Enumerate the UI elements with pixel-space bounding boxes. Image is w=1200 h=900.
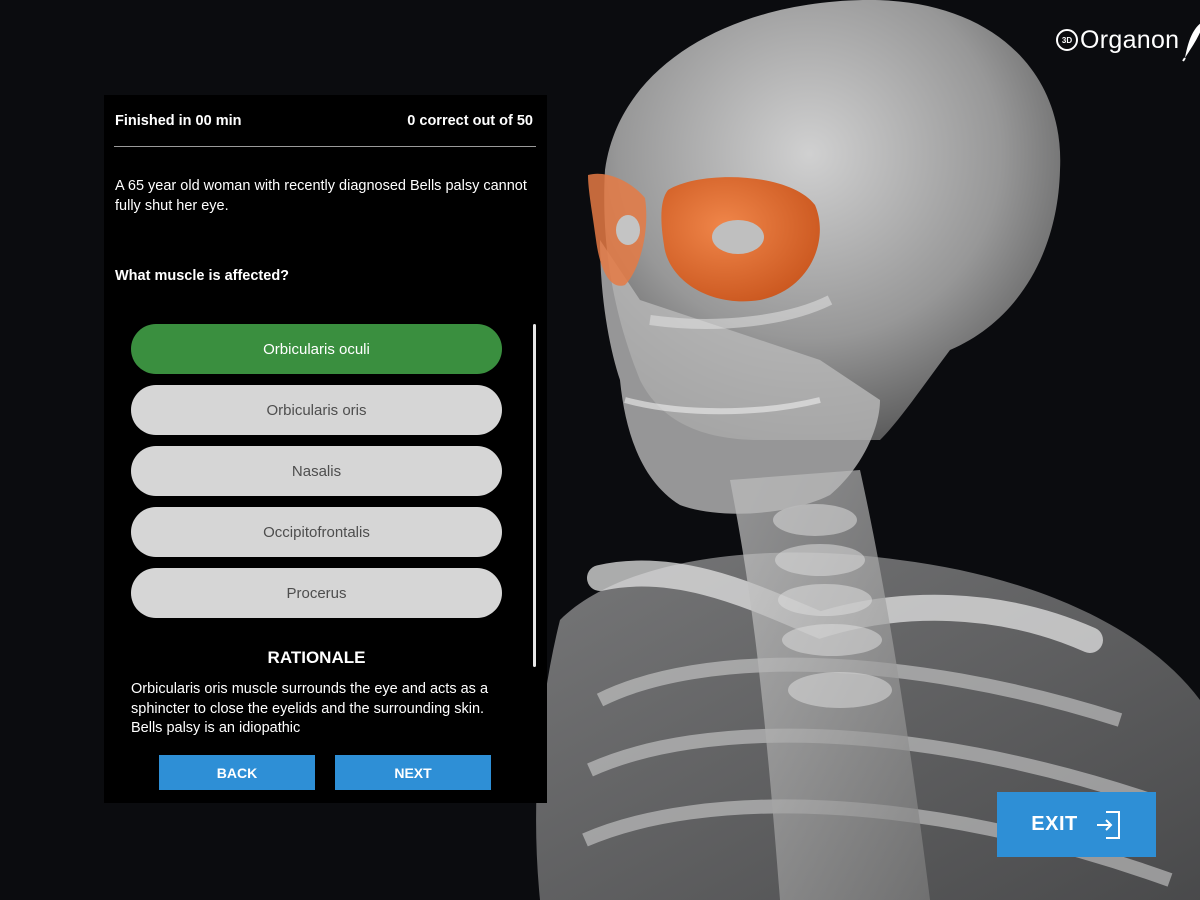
question-prompt: What muscle is affected?	[115, 268, 290, 284]
next-button[interactable]: NEXT	[335, 755, 491, 790]
timer-text: Finished in 00 min	[115, 113, 242, 129]
question-text: A 65 year old woman with recently diagno…	[115, 178, 527, 214]
answer-option-orbicularis-oris[interactable]: Orbicularis oris	[131, 385, 502, 435]
rationale-text: Orbicularis oris muscle surrounds the ey…	[131, 681, 489, 736]
exit-label: EXIT	[1031, 813, 1078, 835]
logo-badge: 3D	[1056, 29, 1078, 51]
answer-list: Orbicularis oculi Orbicularis oris Nasal…	[131, 324, 502, 629]
quiz-header: Finished in 00 min 0 correct out of 50	[115, 113, 536, 133]
logo-text: Organon	[1080, 25, 1180, 54]
score-text: 0 correct out of 50	[407, 113, 533, 129]
answer-option-orbicularis-oculi[interactable]: Orbicularis oculi	[131, 324, 502, 374]
rationale-heading: RATIONALE	[267, 648, 366, 667]
answer-option-occipitofrontalis[interactable]: Occipitofrontalis	[131, 507, 502, 557]
scrollbar[interactable]	[533, 324, 536, 667]
exit-button[interactable]: EXIT	[997, 792, 1156, 857]
back-button[interactable]: BACK	[159, 755, 315, 790]
rationale-scroll-area[interactable]: Orbicularis oris muscle surrounds the ey…	[131, 680, 511, 736]
answer-option-procerus[interactable]: Procerus	[131, 568, 502, 618]
exit-door-arrow-icon	[1096, 810, 1120, 839]
answer-option-nasalis[interactable]: Nasalis	[131, 446, 502, 496]
header-divider	[114, 146, 536, 147]
quill-icon	[1182, 24, 1200, 62]
organon-logo: 3D Organon	[1056, 18, 1200, 62]
quiz-panel: Finished in 00 min 0 correct out of 50 A…	[104, 95, 547, 803]
